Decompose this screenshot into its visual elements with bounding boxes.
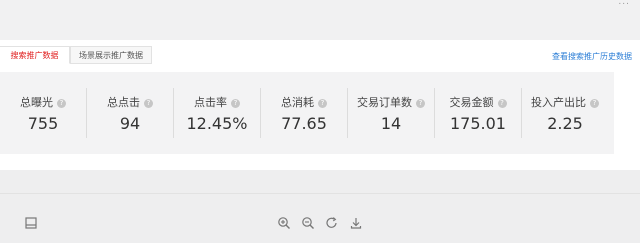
stat-value: 12.45%	[186, 114, 248, 133]
help-icon[interactable]: ?	[590, 99, 599, 108]
stat-value: 77.65	[281, 114, 327, 133]
stat-value: 2.25	[547, 114, 583, 133]
stat-roi: 投入产出比? 2.25	[522, 72, 608, 154]
stat-label: 交易订单数	[357, 96, 412, 109]
download-icon[interactable]	[349, 216, 363, 230]
top-strip: ...	[0, 0, 640, 40]
tab-search-promotion[interactable]: 搜索推广数据	[0, 46, 70, 64]
stat-orders: 交易订单数? 14	[348, 72, 434, 154]
stat-value: 175.01	[450, 114, 506, 133]
history-data-link[interactable]: 查看搜索推广历史数据	[552, 51, 632, 62]
help-icon[interactable]: ?	[231, 99, 240, 108]
zoom-in-icon[interactable]	[277, 216, 291, 230]
stat-value: 94	[119, 114, 141, 133]
help-icon[interactable]: ?	[318, 99, 327, 108]
stat-label: 投入产出比	[531, 96, 586, 109]
stat-label: 总消耗	[281, 96, 314, 109]
stats-bar: 总曝光? 755 总点击? 94 点击率? 12.45% 总消耗? 77.65 …	[0, 72, 614, 154]
tab-scene-promotion[interactable]: 场景展示推广数据	[70, 46, 152, 64]
zoom-out-icon[interactable]	[301, 216, 315, 230]
stat-label: 交易金额	[449, 96, 494, 109]
stat-value: 755	[27, 114, 59, 133]
stat-impressions: 总曝光? 755	[0, 72, 86, 154]
stat-label: 点击率	[194, 96, 227, 109]
stat-spend: 总消耗? 77.65	[261, 72, 347, 154]
stat-clicks: 总点击? 94	[87, 72, 173, 154]
help-icon[interactable]: ?	[144, 99, 153, 108]
more-icon[interactable]: ...	[618, 0, 630, 7]
stat-amount: 交易金额? 175.01	[435, 72, 521, 154]
stat-label: 总点击	[107, 96, 140, 109]
divider	[0, 193, 640, 194]
help-icon[interactable]: ?	[57, 99, 66, 108]
help-icon[interactable]: ?	[497, 99, 507, 108]
rotate-icon[interactable]	[325, 216, 339, 230]
promotion-data-panel: 搜索推广数据 场景展示推广数据 查看搜索推广历史数据 总曝光? 755 总点击?…	[0, 40, 640, 170]
stat-value: 14	[380, 114, 402, 133]
panel-icon[interactable]	[24, 216, 38, 230]
help-icon[interactable]: ?	[416, 99, 425, 108]
stat-label: 总曝光	[20, 96, 53, 109]
stat-click-rate: 点击率? 12.45%	[174, 72, 260, 154]
